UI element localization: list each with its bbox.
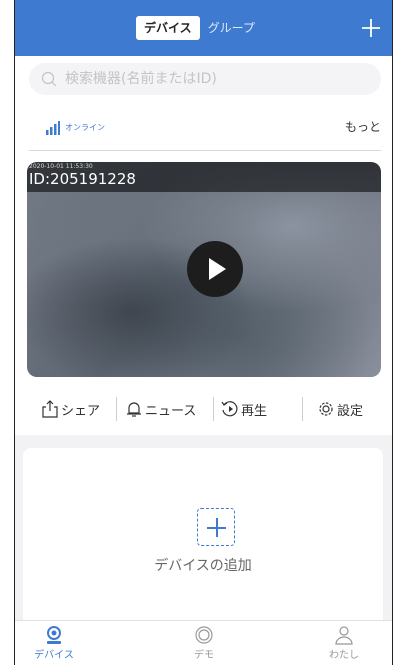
nav-devices[interactable]: デバイス <box>14 625 94 663</box>
plus-icon <box>362 19 380 37</box>
add-device-label[interactable]: デバイスの追加 <box>23 555 383 575</box>
app-screen: デバイス グループ オンライン もっと 2020-10-01 11:53: <box>14 0 393 665</box>
video-header: 2020-10-01 11:53:30 ID:205191228 <box>27 162 381 192</box>
news-label: ニュース <box>145 403 197 419</box>
separator <box>302 397 303 421</box>
settings-label: 設定 <box>337 403 364 419</box>
bell-icon <box>127 402 141 417</box>
settings-button[interactable]: 設定 <box>317 393 363 425</box>
add-dashed-icon[interactable] <box>197 508 235 546</box>
playback-label: 再生 <box>241 403 268 419</box>
more-link[interactable]: もっと <box>345 119 381 135</box>
nav-me[interactable]: わたし <box>304 625 384 663</box>
divider <box>29 150 381 151</box>
play-button[interactable] <box>187 241 243 297</box>
camera-timestamp: 2020-10-01 11:53:30 <box>29 163 93 170</box>
share-icon <box>42 400 58 418</box>
nav-devices-label: デバイス <box>34 650 74 661</box>
search-input[interactable] <box>65 63 365 95</box>
top-bar: デバイス グループ <box>14 0 393 56</box>
nav-demo[interactable]: デモ <box>164 625 244 663</box>
replay-icon <box>221 401 238 417</box>
separator <box>116 397 117 421</box>
user-icon <box>335 626 353 645</box>
news-button[interactable]: ニュース <box>125 393 196 425</box>
camera-icon <box>47 626 61 644</box>
separator <box>213 397 214 421</box>
search-bar[interactable] <box>29 63 381 95</box>
segment-control: デバイス グループ <box>136 16 263 40</box>
signal-bars-icon <box>46 121 60 135</box>
play-icon <box>209 258 226 280</box>
tab-groups[interactable]: グループ <box>200 16 263 40</box>
camera-preview[interactable]: 2020-10-01 11:53:30 ID:205191228 <box>27 162 381 377</box>
search-icon <box>41 71 57 87</box>
device-id: ID:205191228 <box>29 170 136 188</box>
share-label: シェア <box>61 403 101 419</box>
status-row: オンライン もっと <box>29 118 381 142</box>
online-label: オンライン <box>65 123 105 132</box>
add-button[interactable] <box>357 14 385 42</box>
gear-icon <box>319 402 333 416</box>
action-bar: シェア ニュース 再生 設定 <box>27 393 381 425</box>
share-button[interactable]: シェア <box>41 393 100 425</box>
playback-button[interactable]: 再生 <box>221 393 267 425</box>
bottom-nav: デバイス デモ わたし <box>14 620 393 665</box>
nav-demo-label: デモ <box>194 650 214 661</box>
demo-icon <box>195 626 213 644</box>
tab-devices[interactable]: デバイス <box>136 16 200 40</box>
nav-me-label: わたし <box>329 650 359 661</box>
